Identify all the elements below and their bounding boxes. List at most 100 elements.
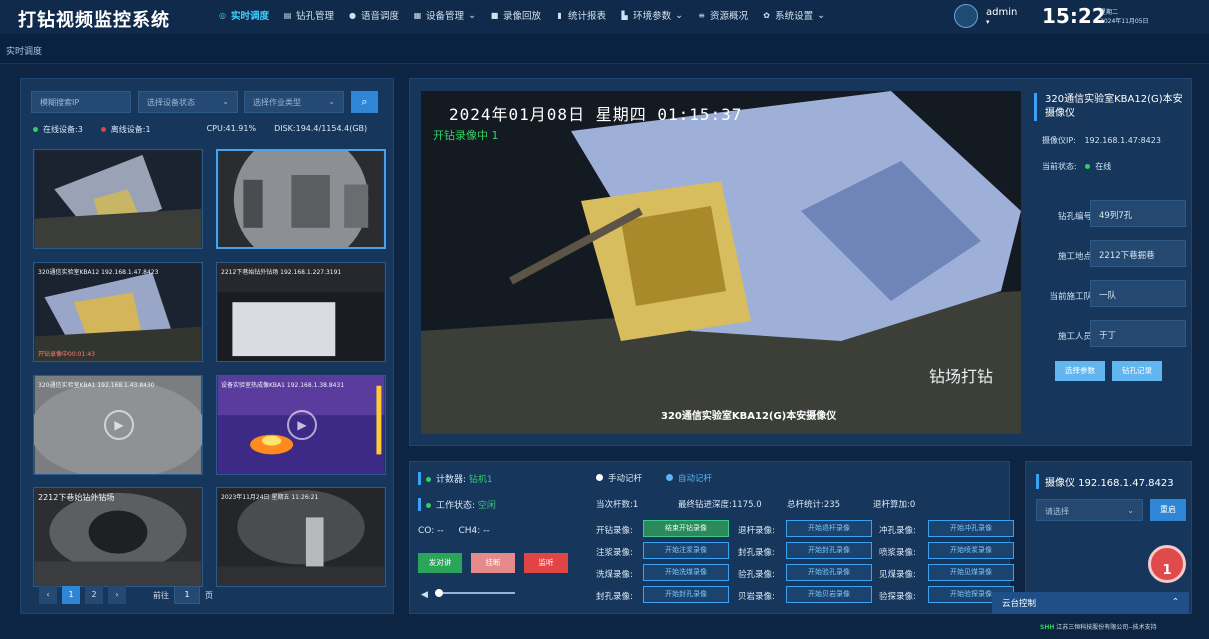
rec-button[interactable]: 开始验孔录像 [786,564,872,581]
nav-item-drill[interactable]: ▤ 钻孔管理 [283,8,334,23]
chevron-down-icon: ⌄ [468,9,477,21]
volume-slider[interactable]: ◀ [421,586,516,600]
nav-item-env[interactable]: ▙ 环境参数 ⌄ [620,8,683,23]
nav-item-report[interactable]: ▮ 统计报表 [555,8,606,23]
camera-thumb-2[interactable] [216,149,386,249]
video-icon: ■ [490,10,499,20]
nav-item-device[interactable]: ▦ 设备管理 ⌄ [413,8,477,23]
restart-button[interactable]: 重启 [1150,499,1186,521]
offline-count: 离线设备:1 [100,124,151,135]
camera-ip-label: 摄像仪IP: [1042,136,1076,145]
camera-thumb-7[interactable]: 2212下巷始钻外钻场 [33,487,203,587]
thumb-caption: 设备实验室热成像KBA1 192.168.1.38.8431 [221,382,345,389]
work-state-value: 空闲 [477,501,496,511]
rec-label: 开钻录像: [596,526,633,536]
status-select[interactable]: 选择设备状态 ⌄ [138,91,238,113]
camera-thumb-1[interactable] [33,149,203,249]
rec-button[interactable]: 开始冲孔录像 [928,520,1014,537]
drill-record-button[interactable]: 钻孔记录 [1112,361,1162,381]
rec-button[interactable]: 开始注浆录像 [643,542,729,559]
camera-panel-title: 摄像仪 192.168.1.47.8423 [1036,474,1174,489]
page-2-button[interactable]: 2 [85,586,103,604]
thumb-caption: 320通信实验室KBA1 192.168.1.43.8430 [38,382,155,389]
nav-label: 资源概况 [710,11,749,22]
rec-label: 封孔录像: [738,548,775,558]
rec-button[interactable]: 开始见煤录像 [928,564,1014,581]
rec-label: 封孔录像: [596,592,633,602]
nav-label: 环境参数 [633,11,672,22]
next-page-button[interactable]: › [108,586,126,604]
site-field[interactable]: 2212下巷掘巷 [1090,240,1186,267]
thumb-caption: 2212下巷始钻外钻场 192.168.1.227.3191 [221,269,342,276]
team-label: 当前施工队 [1049,292,1092,302]
ip-search-input[interactable]: 模糊搜索IP [31,91,131,113]
goto-label: 前往 [153,590,169,600]
weekday: 星期二 [1100,9,1119,16]
rec-label: 贝岩录像: [738,592,775,602]
prev-page-button[interactable]: ‹ [39,586,57,604]
select-params-button[interactable]: 选择参数 [1055,361,1105,381]
main-video[interactable]: 2024年01月08日 星期四 01:15:37 开钻录像中 1 钻场打钻 32… [421,91,1021,434]
gear-icon: ✿ [763,10,770,20]
camera-thumb-4[interactable]: 2212下巷始钻外钻场 192.168.1.227.3191 [216,262,386,362]
nav-label: 设备管理 [426,11,465,22]
drill-no-field[interactable]: 49列7孔 [1090,200,1186,227]
rec-label: 见煤录像: [879,570,916,580]
worktype-select-label: 选择作业类型 [253,98,301,107]
user-menu[interactable]: admin ▾ [954,4,1017,28]
camera-state-label: 当前状态: [1042,162,1077,171]
talk-button[interactable]: 发对讲 [418,553,462,573]
search-button[interactable]: ⌕ [351,91,378,113]
camera-thumb-5[interactable]: 320通信实验室KBA1 192.168.1.43.8430 ▶ [33,375,203,475]
rec-button[interactable]: 开始封孔录像 [786,542,872,559]
online-dot-icon [33,127,38,132]
camera-feed-image [217,263,385,361]
total-rods: 总杆统计:235 [787,500,841,510]
retract-rods: 退杆算加:0 [873,500,916,510]
search-icon: ⌕ [361,95,368,108]
nav-item-voice[interactable]: ● 语音调度 [348,8,399,23]
goto-page-input[interactable]: 1 [174,586,200,604]
alarm-badge[interactable]: 1 [1148,545,1186,583]
breadcrumb[interactable]: 实时调度 [6,44,42,57]
worker-field[interactable]: 于丁 [1090,320,1186,347]
mode-auto[interactable]: 自动记杆 [666,472,712,484]
drill-no-label: 钻孔编号 [1057,212,1092,222]
ptz-control-bar[interactable]: 云台控制 ⌃ [992,592,1189,614]
rec-label: 注浆录像: [596,548,633,558]
env-icon: ▙ [621,10,628,20]
nav-item-playback[interactable]: ■ 录像回放 [490,8,541,23]
rec-button[interactable]: 开始封孔录像 [643,586,729,603]
camera-feed-image [219,151,383,247]
clock-time: 15:22 [1042,4,1106,28]
mode-manual[interactable]: 手动记杆 [596,472,642,484]
camera-thumb-3[interactable]: 320通信实验室KBA12 192.168.1.47.8423 开钻录像中00:… [33,262,203,362]
chevron-down-icon: ⌄ [222,97,229,106]
rec-button[interactable]: 开始洗煤录像 [643,564,729,581]
play-icon[interactable]: ▶ [287,410,317,440]
control-panel: 计数器: 钻机1 工作状态: 空闲 CO: -- CH4: -- 发对讲 挂断 … [409,461,1014,614]
camera-select[interactable]: 请选择 ⌄ [1036,499,1143,521]
monitor-button[interactable]: 监听 [524,553,568,573]
nav-item-realtime[interactable]: ◎ 实时调度 [218,8,269,23]
avatar[interactable] [954,4,978,28]
worktype-select[interactable]: 选择作业类型 ⌄ [244,91,344,113]
offline-text: 离线设备:1 [110,125,151,134]
rec-label: 洗煤录像: [596,570,633,580]
page-unit-label: 页 [205,590,213,600]
rec-button[interactable]: 结束开钻录像 [643,520,729,537]
resource-icon: ≡ [698,10,705,20]
camera-thumb-6[interactable]: 设备实验室热成像KBA1 192.168.1.38.8431 ▶ [216,375,386,475]
page-1-button[interactable]: 1 [62,586,80,604]
rec-button[interactable]: 开始退杆录像 [786,520,872,537]
nav-item-settings[interactable]: ✿ 系统设置 ⌄ [762,8,825,23]
nav-item-resource[interactable]: ≡ 资源概况 [697,8,749,23]
play-icon[interactable]: ▶ [104,410,134,440]
team-field[interactable]: 一队 [1090,280,1186,307]
camera-ip-row: 摄像仪IP: 192.168.1.47:8423 [1042,135,1161,146]
hangup-button[interactable]: 挂断 [471,553,515,573]
camera-thumb-8[interactable]: 2023年11月24日 星期五 11:26:21 [216,487,386,587]
rec-button[interactable]: 开始喷浆录像 [928,542,1014,559]
device-stats: 在线设备:3 离线设备:1 CPU:41.91% DISK:194.4/1154… [33,124,367,135]
rec-button[interactable]: 开始贝岩录像 [786,586,872,603]
